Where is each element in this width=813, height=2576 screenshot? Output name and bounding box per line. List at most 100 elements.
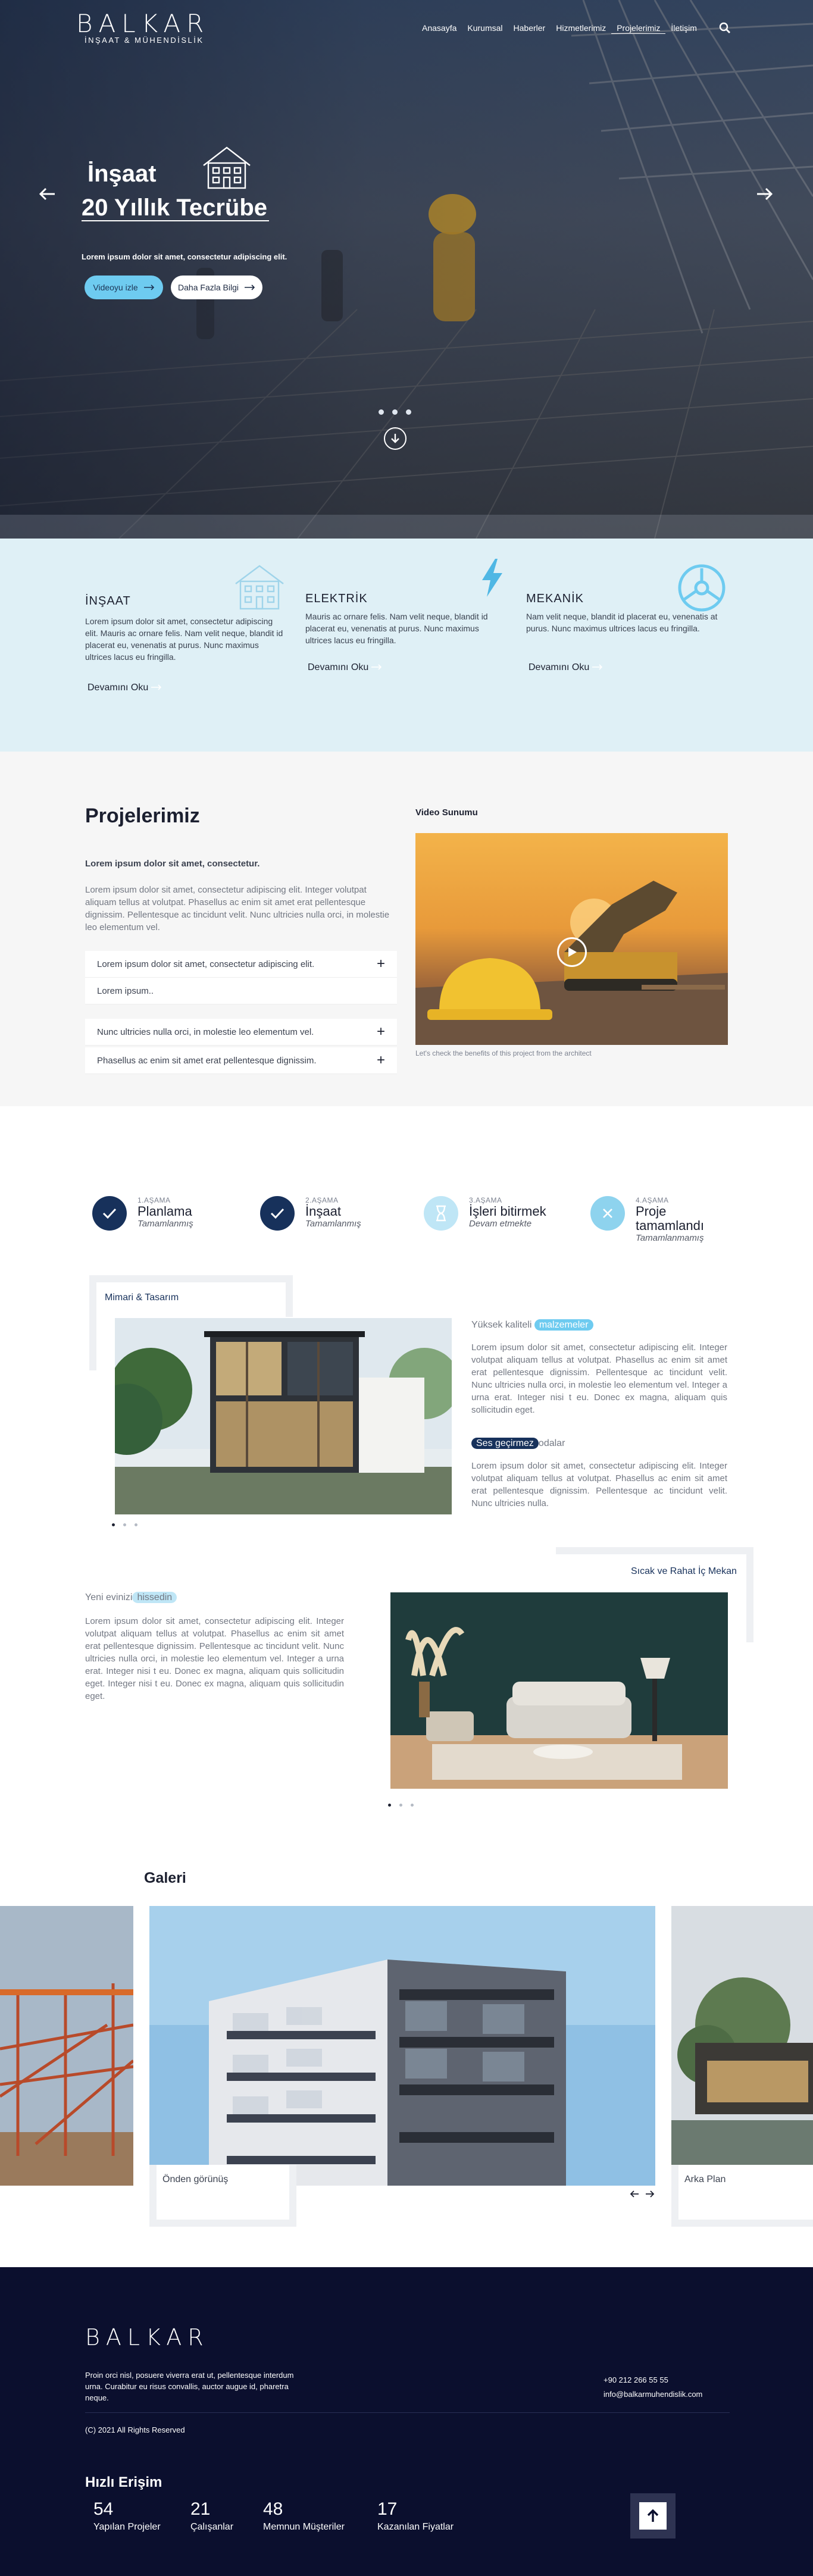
close-icon — [590, 1196, 625, 1231]
copyright: (C) 2021 All Rights Reserved — [85, 2425, 185, 2434]
video-label: Video Sunumu — [415, 807, 478, 818]
projects-section: Projelerimiz Lorem ipsum dolor sit amet,… — [0, 752, 813, 1106]
slider-dot[interactable] — [112, 1523, 115, 1526]
next-slide-arrow-icon[interactable] — [753, 183, 775, 205]
wheel-icon — [678, 564, 726, 612]
play-icon[interactable] — [557, 937, 587, 967]
accordion-item[interactable]: Phasellus ac enim sit amet erat pellente… — [85, 1047, 397, 1074]
footer-text: Proin orci nisl, posuere viverra erat ut… — [85, 2371, 294, 2402]
hourglass-icon — [424, 1196, 458, 1231]
slider-dot[interactable] — [388, 1804, 391, 1807]
feature-title: Ses geçirmez odalar — [471, 1438, 565, 1449]
stat-value: 21 — [190, 2499, 211, 2519]
more-info-button[interactable]: Daha Fazla Bilgi — [171, 276, 262, 299]
accordion-label: Nunc ultricies nulla orci, in molestie l… — [97, 1026, 314, 1037]
building-icon — [235, 565, 284, 610]
feature-text: Lorem ipsum dolor sit amet, consectetur … — [471, 1461, 727, 1508]
gallery-image-main[interactable] — [149, 1906, 655, 2186]
plus-icon: + — [376, 1023, 385, 1040]
stat-value: 17 — [377, 2499, 398, 2519]
prev-slide-arrow-icon[interactable] — [37, 183, 58, 205]
accordion-item[interactable]: Nunc ultricies nulla orci, in molestie l… — [85, 1019, 397, 1046]
nav-haberler[interactable]: Haberler — [508, 23, 551, 34]
interior-title: Yeni evinizi hissedin — [85, 1592, 177, 1603]
projects-text: Lorem ipsum dolor sit amet, consectetur … — [85, 885, 390, 932]
gallery-caption-card: Önden görünüş — [149, 2165, 296, 2227]
footer: BALKAR Proin orci nisl, posuere viverra … — [0, 2267, 813, 2576]
arrow-right-icon — [592, 664, 602, 670]
accordion-item[interactable]: Lorem ipsum dolor sit amet, consectetur … — [85, 951, 397, 978]
service-title: ELEKTRİK — [305, 592, 368, 605]
services-section: İNŞAAT Lorem ipsum dolor sit amet, conse… — [0, 539, 813, 752]
read-more-button-mekanik[interactable]: Devamını Oku — [529, 662, 603, 673]
search-icon[interactable] — [719, 22, 731, 34]
watch-video-button[interactable]: Videoyu izle — [85, 276, 163, 299]
gallery-caption: Önden görünüş — [162, 2174, 229, 2184]
gallery-image-right[interactable] — [671, 1906, 813, 2186]
slider-dot[interactable] — [123, 1523, 126, 1526]
step-name: İnşaat — [305, 1204, 341, 1219]
check-icon — [92, 1196, 127, 1231]
step-name: Proje tamamlandı — [636, 1204, 704, 1233]
footer-email[interactable]: info@balkarmuhendislik.com — [604, 2390, 702, 2399]
stat-label: Memnun Müşteriler — [263, 2522, 345, 2532]
slider-dot[interactable] — [379, 409, 384, 415]
stat-value: 48 — [263, 2499, 283, 2519]
feature-title: Yüksek kaliteli malzemeler — [471, 1319, 593, 1331]
accordion-item-open[interactable]: Lorem ipsum.. — [85, 978, 397, 1004]
plus-icon: + — [376, 1052, 385, 1068]
step-3: 3.AŞAMA İşleri bitirmek Devam etmekte — [424, 1196, 546, 1231]
hero-underline — [82, 220, 269, 221]
nav-hizmetlerimiz[interactable]: Hizmetlerimiz — [551, 23, 611, 34]
stat-customers: 48 Memnun Müşteriler — [263, 2499, 345, 2533]
footer-logo[interactable]: BALKAR — [85, 2324, 209, 2350]
nav-kurumsal[interactable]: Kurumsal — [462, 23, 508, 34]
quick-access-title: Hızlı Erişim — [85, 2474, 162, 2490]
stat-awards: 17 Kazanılan Fiyatlar — [377, 2499, 454, 2533]
nav-projelerimiz[interactable]: Projelerimiz — [611, 23, 666, 34]
step-4: 4.AŞAMA Proje tamamlandı Tamamlanmamış — [590, 1196, 713, 1243]
slider-dot[interactable] — [411, 1804, 414, 1807]
step-number: 4.AŞAMA — [636, 1196, 669, 1204]
nav-anasayfa[interactable]: Anasayfa — [417, 23, 462, 34]
lightning-icon — [482, 559, 502, 597]
gallery-image-left[interactable] — [0, 1906, 133, 2186]
highlight-badge: hissedin — [132, 1592, 177, 1603]
arrow-right-icon — [151, 684, 161, 690]
read-more-button-insaat[interactable]: Devamını Oku — [87, 683, 162, 693]
gallery-next-arrow-icon[interactable] — [645, 2190, 655, 2201]
interior-label: Sıcak ve Rahat İç Mekan — [631, 1566, 737, 1576]
hero-title: İnşaat — [80, 158, 177, 189]
service-text: Nam velit neque, blandit id placerat eu,… — [526, 612, 718, 633]
building-icon — [201, 145, 252, 189]
arrow-up-icon — [639, 2502, 667, 2530]
stat-projects: 54 Yapılan Projeler — [93, 2499, 161, 2533]
slider-dot[interactable] — [135, 1523, 137, 1526]
footer-phone[interactable]: +90 212 266 55 55 — [604, 2375, 668, 2384]
gallery-caption: Arka Plan — [684, 2174, 726, 2184]
interior-title-text: Yeni evinizi — [85, 1592, 133, 1602]
logo[interactable]: BALKAR İNŞAAT & MÜHENDİSLİK — [76, 11, 251, 46]
hero-subtitle: 20 Yıllık Tecrübe — [82, 195, 268, 221]
read-more-label: Devamını Oku — [87, 683, 149, 693]
interior-image — [390, 1592, 728, 1789]
slider-dot[interactable] — [399, 1804, 402, 1807]
step-status: Tamamlanmış — [137, 1219, 193, 1229]
read-more-button-elektrik[interactable]: Devamını Oku — [308, 662, 382, 673]
accordion-label: Phasellus ac enim sit amet erat pellente… — [97, 1055, 317, 1066]
scroll-top-button[interactable] — [630, 2493, 676, 2539]
step-number: 3.AŞAMA — [469, 1196, 502, 1204]
highlight-badge: Ses geçirmez — [471, 1438, 539, 1449]
projects-title: Projelerimiz — [85, 805, 200, 827]
step-number: 1.AŞAMA — [137, 1196, 171, 1204]
interior-text: Lorem ipsum dolor sit amet, consectetur … — [85, 1616, 344, 1701]
slider-dot[interactable] — [392, 409, 398, 415]
service-card-elektrik: ELEKTRİK Mauris ac ornare felis. Nam vel… — [305, 592, 508, 646]
projects-subtitle: Lorem ipsum dolor sit amet, consectetur. — [85, 859, 260, 869]
nav-iletisim[interactable]: İletişim — [665, 23, 702, 34]
gallery-prev-arrow-icon[interactable] — [630, 2190, 639, 2201]
slider-dot[interactable] — [406, 409, 411, 415]
stat-label: Çalışanlar — [190, 2522, 234, 2532]
slider-dots — [112, 1523, 137, 1526]
scroll-down-icon[interactable] — [384, 427, 406, 450]
